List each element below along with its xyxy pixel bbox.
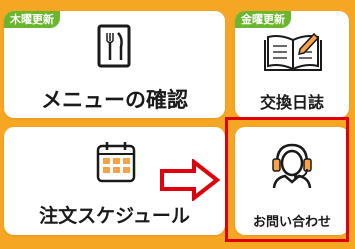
- exchange-diary-label: 交換日誌: [259, 93, 324, 112]
- update-badge-thursday: 木曜更新: [4, 11, 60, 28]
- red-highlight-box: [225, 117, 349, 242]
- menu-utensils-icon: [97, 24, 131, 68]
- calendar-icon: [96, 142, 136, 183]
- right-arrow-icon: [160, 159, 220, 201]
- open-book-pen-icon: [264, 32, 322, 71]
- menu-confirm-label: メニューの確認: [41, 88, 188, 112]
- order-schedule-label: 注文スケジュール: [39, 205, 190, 227]
- exchange-diary-card[interactable]: 金曜更新 交換日誌: [235, 11, 349, 118]
- update-badge-friday: 金曜更新: [235, 11, 291, 28]
- menu-confirm-card[interactable]: 木曜更新 メニューの確認: [4, 11, 225, 118]
